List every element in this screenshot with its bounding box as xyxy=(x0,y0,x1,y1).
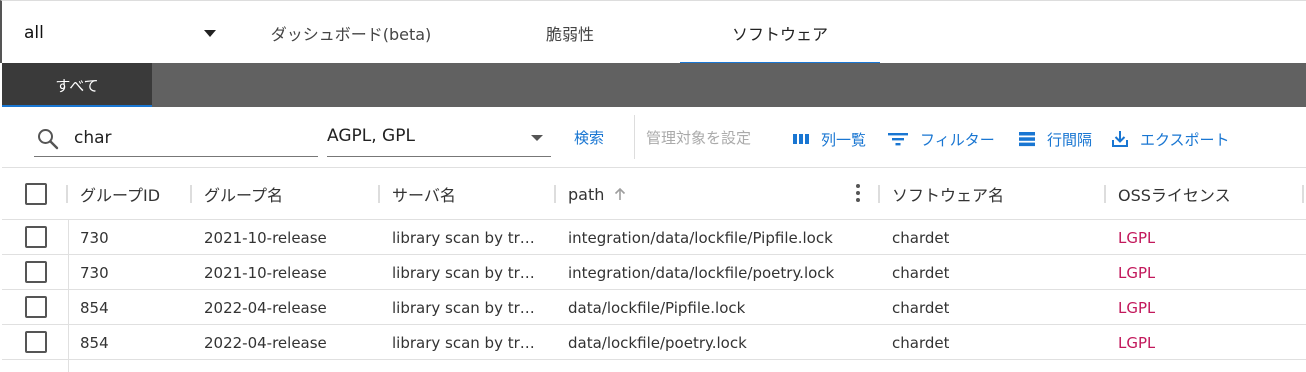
column-separator[interactable] xyxy=(1104,185,1106,203)
group-select[interactable]: all xyxy=(24,20,224,48)
cell-group-id: 730 xyxy=(80,228,109,247)
columns-icon xyxy=(793,134,809,144)
cell-server-name: library scan by tr… xyxy=(392,298,535,317)
search-button[interactable]: 検索 xyxy=(574,127,604,148)
columns-button[interactable]: 列一覧 xyxy=(791,127,866,151)
cell-server-name: library scan by tr… xyxy=(392,333,535,352)
column-separator[interactable] xyxy=(190,185,192,203)
select-all-checkbox[interactable] xyxy=(25,183,47,205)
export-button[interactable]: エクスポート xyxy=(1110,127,1230,151)
search-field xyxy=(34,121,318,157)
row-checkbox[interactable] xyxy=(25,261,47,283)
cell-software-name: chardet xyxy=(892,333,950,352)
search-input[interactable] xyxy=(74,125,304,151)
table-row[interactable]: 854 2022-04-release library scan by tr… … xyxy=(2,290,1306,325)
cell-oss-license: LGPL xyxy=(1118,333,1156,352)
toolbar-divider xyxy=(634,115,635,159)
license-select[interactable]: AGPL, GPL xyxy=(327,121,551,157)
column-separator[interactable] xyxy=(66,185,68,203)
search-icon xyxy=(38,129,59,150)
tab-dashboard[interactable]: ダッシュボード(beta) xyxy=(248,1,454,64)
export-icon xyxy=(1112,131,1128,147)
columns-label: 列一覧 xyxy=(821,130,867,149)
cell-group-id: 730 xyxy=(80,263,109,282)
column-separator[interactable] xyxy=(378,185,380,203)
group-select-value: all xyxy=(24,23,44,43)
column-header-group-name[interactable]: グループ名 xyxy=(204,168,283,220)
more-vert-icon[interactable] xyxy=(855,184,861,204)
cell-software-name: chardet xyxy=(892,298,950,317)
column-header-oss-license[interactable]: OSSライセンス xyxy=(1118,168,1231,220)
sort-arrow-up-icon[interactable] xyxy=(612,185,628,203)
table-row[interactable]: 854 2022-04-release library scan by tr… … xyxy=(2,325,1306,360)
cell-path: data/lockfile/poetry.lock xyxy=(568,333,747,352)
density-icon xyxy=(1019,132,1035,147)
subtab-all[interactable]: すべて xyxy=(2,63,152,107)
tab-vulnerabilities[interactable]: 脆弱性 xyxy=(482,1,658,64)
cell-group-id: 854 xyxy=(80,298,109,317)
filter-icon xyxy=(888,133,908,146)
table-row[interactable]: 730 2021-10-release library scan by tr… … xyxy=(2,255,1306,290)
column-separator[interactable] xyxy=(1302,185,1304,203)
tab-software[interactable]: ソフトウェア xyxy=(680,1,880,64)
cell-path: integration/data/lockfile/poetry.lock xyxy=(568,263,835,282)
column-header-path-label: path xyxy=(568,184,605,204)
cell-server-name: library scan by tr… xyxy=(392,263,535,282)
top-bar: all ダッシュボード(beta) 脆弱性 ソフトウェア xyxy=(0,0,1306,64)
density-label: 行間隔 xyxy=(1047,130,1093,149)
column-separator[interactable] xyxy=(878,185,880,203)
cell-group-name: 2022-04-release xyxy=(204,333,327,352)
manage-target-button[interactable]: 管理対象を設定 xyxy=(646,127,751,148)
table-header: グループID グループ名 サーバ名 path ソフトウェア名 OSSライセンス xyxy=(2,168,1306,220)
filter-label: フィルター xyxy=(920,130,995,149)
license-select-value: AGPL, GPL xyxy=(327,126,415,146)
column-separator[interactable] xyxy=(554,185,556,203)
row-checkbox[interactable] xyxy=(25,296,47,318)
cell-software-name: chardet xyxy=(892,263,950,282)
chevron-down-icon xyxy=(204,30,216,37)
row-checkbox[interactable] xyxy=(25,331,47,353)
software-table: グループID グループ名 サーバ名 path ソフトウェア名 OSSライセンス … xyxy=(2,167,1306,372)
row-checkbox[interactable] xyxy=(25,226,47,248)
cell-oss-license: LGPL xyxy=(1118,263,1156,282)
cell-group-name: 2021-10-release xyxy=(204,263,327,282)
density-button[interactable]: 行間隔 xyxy=(1017,127,1092,151)
cell-server-name: library scan by tr… xyxy=(392,228,535,247)
filter-button[interactable]: フィルター xyxy=(886,127,995,151)
table-row[interactable]: 730 2021-10-release library scan by tr… … xyxy=(2,220,1306,255)
cell-software-name: chardet xyxy=(892,228,950,247)
cell-oss-license: LGPL xyxy=(1118,228,1156,247)
export-label: エクスポート xyxy=(1140,130,1230,149)
cell-group-id: 854 xyxy=(80,333,109,352)
cell-oss-license: LGPL xyxy=(1118,298,1156,317)
column-header-software-name[interactable]: ソフトウェア名 xyxy=(892,168,1004,220)
cell-group-name: 2022-04-release xyxy=(204,298,327,317)
column-header-path[interactable]: path xyxy=(568,168,628,220)
column-header-group-id[interactable]: グループID xyxy=(80,168,160,220)
subtab-bar: すべて xyxy=(2,63,1306,107)
chevron-down-icon xyxy=(531,135,543,141)
toolbar: AGPL, GPL 検索 管理対象を設定 列一覧 フィルター 行間隔 xyxy=(2,107,1306,167)
cell-path: integration/data/lockfile/Pipfile.lock xyxy=(568,228,833,247)
cell-path: data/lockfile/Pipfile.lock xyxy=(568,298,746,317)
column-header-server-name[interactable]: サーバ名 xyxy=(392,168,456,220)
cell-group-name: 2021-10-release xyxy=(204,228,327,247)
